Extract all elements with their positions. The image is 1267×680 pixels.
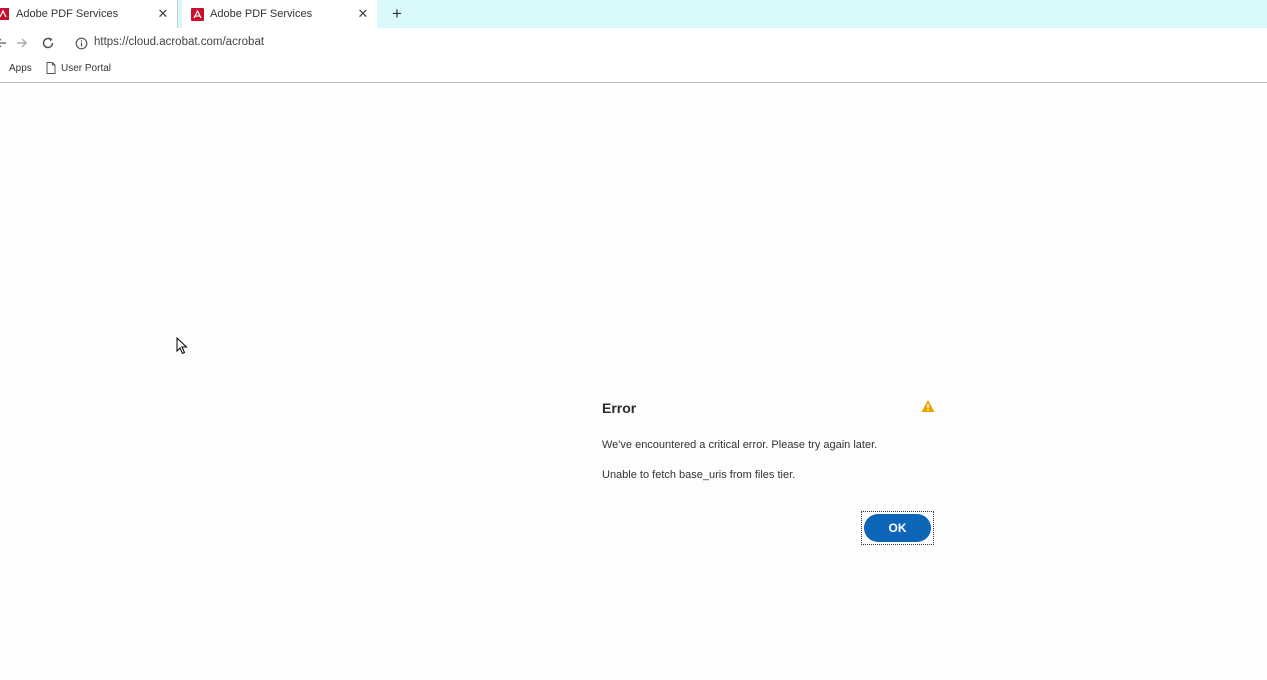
- tab-close-icon[interactable]: ✕: [155, 6, 171, 22]
- bookmark-label: User Portal: [61, 62, 112, 74]
- browser-tab-1[interactable]: Adobe PDF Services ✕: [0, 0, 178, 28]
- dialog-title: Error: [602, 400, 637, 416]
- address-bar[interactable]: https://cloud.acrobat.com/acrobat: [94, 36, 264, 48]
- error-message: We've encountered a critical error. Plea…: [602, 439, 878, 451]
- ok-button[interactable]: OK: [864, 514, 931, 542]
- new-tab-button[interactable]: +: [388, 4, 406, 23]
- bookmark-apps[interactable]: Apps: [0, 62, 32, 74]
- reload-icon[interactable]: [39, 34, 57, 52]
- site-info-icon[interactable]: [72, 34, 90, 52]
- url-path: /acrobat: [222, 36, 265, 48]
- page-content: [0, 84, 1267, 680]
- bookmark-label: Apps: [9, 62, 32, 74]
- mouse-cursor-icon: [176, 336, 188, 355]
- warning-icon: [921, 399, 935, 413]
- browser-toolbar: https://cloud.acrobat.com/acrobat: [0, 28, 1267, 58]
- page-icon: [46, 62, 56, 74]
- error-detail: Unable to fetch base_uris from files tie…: [602, 469, 796, 481]
- bookmarks-bar: Apps User Portal: [0, 58, 1267, 83]
- tab-title: Adobe PDF Services: [210, 8, 313, 20]
- browser-tab-2[interactable]: Adobe PDF Services ✕: [182, 0, 377, 28]
- apps-icon: [0, 62, 4, 74]
- adobe-pdf-icon: [190, 7, 204, 21]
- ok-button-focus-ring: OK: [861, 511, 934, 545]
- tab-strip: Adobe PDF Services ✕ Adobe PDF Services …: [0, 0, 1267, 28]
- url-host: https://cloud.acrobat.com: [94, 36, 223, 48]
- bookmark-user-portal[interactable]: User Portal: [46, 62, 111, 74]
- back-icon[interactable]: [0, 34, 10, 52]
- forward-icon[interactable]: [13, 34, 31, 52]
- tab-title: Adobe PDF Services: [16, 8, 119, 20]
- adobe-pdf-icon: [0, 7, 10, 21]
- tab-close-icon[interactable]: ✕: [355, 6, 371, 22]
